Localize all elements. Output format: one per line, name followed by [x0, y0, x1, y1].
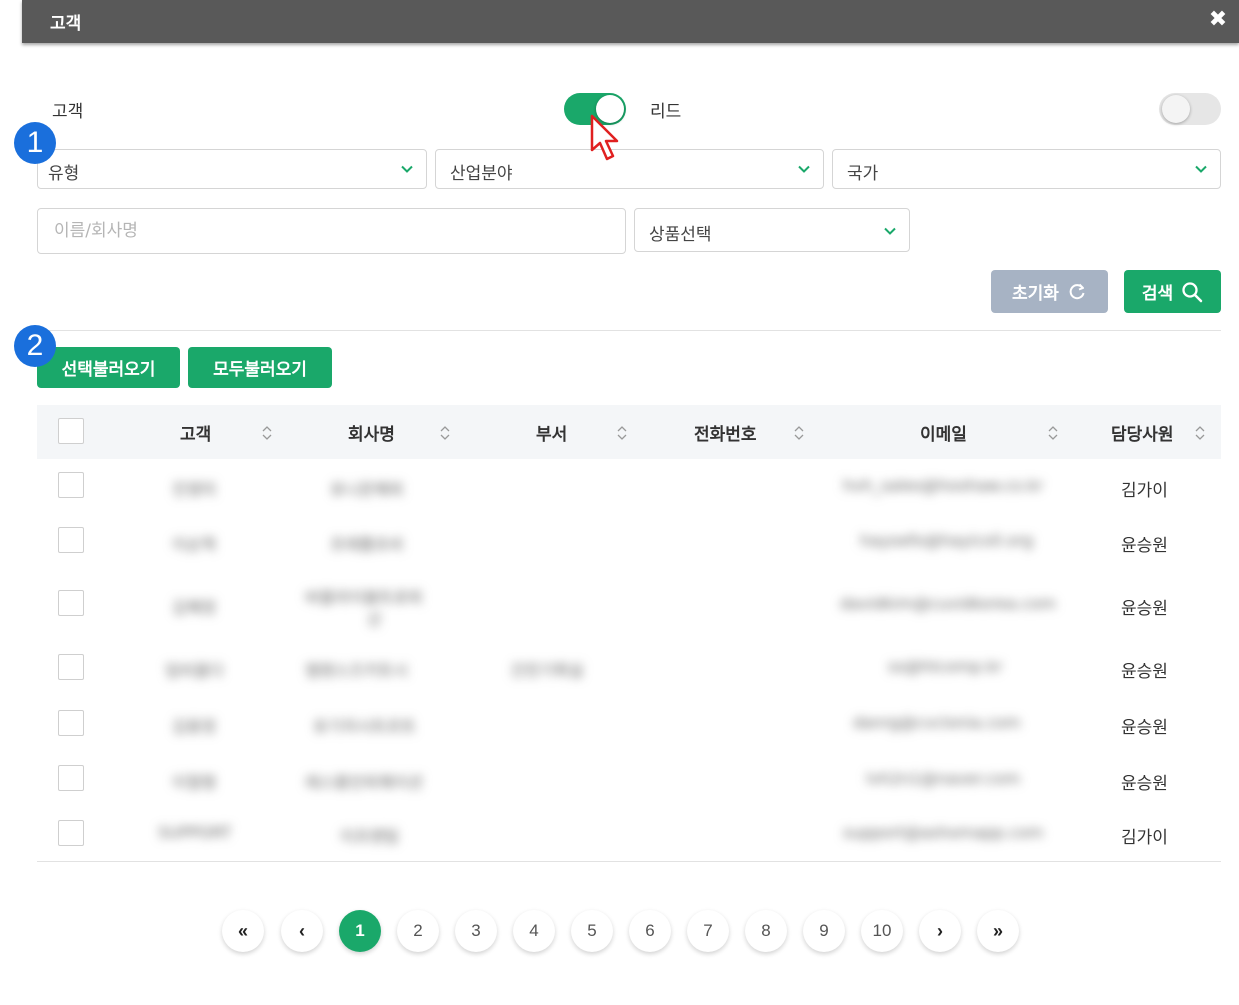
row-checkbox[interactable]	[58, 710, 84, 736]
page-button-3[interactable]: 3	[455, 910, 497, 952]
chevron-down-icon	[798, 165, 810, 173]
prev-page-button[interactable]: ‹	[281, 910, 323, 952]
chevron-down-icon	[1195, 165, 1207, 173]
cell-owner: 윤승원	[1121, 536, 1168, 556]
last-page-button[interactable]: »	[977, 910, 1019, 952]
page-button-7[interactable]: 7	[687, 910, 729, 952]
cell-company: 유니온해피	[330, 480, 404, 499]
cell-owner: 윤승원	[1121, 718, 1168, 738]
page-button-8[interactable]: 8	[745, 910, 787, 952]
page-button-1[interactable]: 1	[339, 910, 381, 952]
column-header-email[interactable]: 이메일	[920, 405, 967, 459]
column-header-owner[interactable]: 담당사원	[1111, 405, 1174, 459]
cell-company: 바를라이블트로피	[305, 588, 423, 607]
lead-toggle[interactable]	[1159, 93, 1221, 125]
page-button-6[interactable]: 6	[629, 910, 671, 952]
row-checkbox[interactable]	[58, 590, 84, 616]
cell-company: 레스황안피해이션	[305, 773, 423, 792]
sort-icon[interactable]	[1048, 425, 1058, 441]
reset-button[interactable]: 초기화	[991, 270, 1108, 313]
table-header: 고객 회사명 부서 전화번호 이메일 담당사원	[37, 405, 1221, 459]
load-selected-button[interactable]: 선택불러오기	[37, 347, 180, 388]
page-button-4[interactable]: 4	[513, 910, 555, 952]
chevron-down-icon	[884, 227, 896, 235]
cell-email: lvh2n1@naver.com	[866, 769, 1021, 788]
name-company-input[interactable]	[37, 208, 626, 254]
cursor-arrow-icon	[590, 114, 619, 161]
cell-owner: 김가이	[1121, 481, 1168, 501]
type-select[interactable]: 유형	[37, 149, 427, 189]
cell-customer: 김혜정	[172, 598, 217, 617]
cell-email: davidkim@cuvidkorea.com	[840, 594, 1056, 613]
page-button-2[interactable]: 2	[397, 910, 439, 952]
cell-email: ss@htcomp.kr	[888, 657, 1003, 676]
sort-icon[interactable]	[617, 425, 627, 441]
cell-owner: 윤승원	[1121, 662, 1168, 682]
cell-owner: 김가이	[1121, 828, 1168, 848]
cell-email: hvh_sales@hoohaw.co.kr	[843, 476, 1044, 495]
cell-company: 프레쁨초비	[330, 535, 404, 554]
cell-customer: 이순혁	[172, 535, 217, 554]
search-icon	[1182, 281, 1203, 302]
cell-company: 엠렌스즈키트시	[305, 661, 409, 680]
modal-titlebar: 고객 ✖	[22, 0, 1239, 43]
cell-company: 유기자시트르트	[313, 717, 417, 736]
section-divider	[37, 330, 1221, 331]
cell-customer: 임비올다	[165, 661, 224, 680]
sort-icon[interactable]	[794, 425, 804, 441]
chevron-down-icon	[401, 165, 413, 173]
sort-icon[interactable]	[262, 425, 272, 441]
industry-select[interactable]: 산업분야	[435, 149, 824, 189]
modal-title: 고객	[50, 14, 82, 34]
sort-icon[interactable]	[1195, 425, 1205, 441]
cell-email: hayoefo@hayicoll.org	[860, 531, 1034, 550]
cell-owner: 윤승원	[1121, 774, 1168, 794]
cell-customer: SUPPORT	[158, 823, 232, 842]
cell-email: danrg@cvclonia.com	[853, 713, 1021, 732]
page-button-10[interactable]: 10	[861, 910, 903, 952]
row-checkbox[interactable]	[58, 527, 84, 553]
row-checkbox[interactable]	[58, 765, 84, 791]
column-header-customer[interactable]: 고객	[180, 405, 211, 459]
cell-customer: 진영미	[172, 480, 217, 499]
customer-label: 고객	[52, 102, 84, 122]
cell-customer: 김용정	[172, 717, 217, 736]
column-header-phone[interactable]: 전화번호	[694, 405, 757, 459]
refresh-icon	[1069, 283, 1085, 299]
column-header-department[interactable]: 부서	[536, 405, 567, 459]
row-checkbox[interactable]	[58, 820, 84, 846]
country-select[interactable]: 국가	[832, 149, 1221, 189]
cell-department: 건전기획실	[510, 661, 584, 680]
sort-icon[interactable]	[440, 425, 450, 441]
first-page-button[interactable]: «	[222, 910, 264, 952]
search-button[interactable]: 검색	[1124, 270, 1221, 313]
lead-label: 리드	[650, 102, 682, 122]
next-page-button[interactable]: ›	[919, 910, 961, 952]
cell-email: support@ashomapp.com	[843, 823, 1044, 842]
select-all-checkbox[interactable]	[58, 418, 84, 444]
table-bottom-divider	[37, 861, 1221, 862]
cell-company: 이프랜텀	[340, 827, 399, 846]
load-all-button[interactable]: 모두불러오기	[188, 347, 332, 388]
column-header-company[interactable]: 회사명	[348, 405, 395, 459]
step-badge-2: 2	[14, 325, 56, 367]
page-button-5[interactable]: 5	[571, 910, 613, 952]
page-button-9[interactable]: 9	[803, 910, 845, 952]
step-badge-1: 1	[14, 122, 56, 164]
cell-customer: 이철형	[172, 773, 217, 792]
cell-company-wrap: 산	[367, 610, 382, 629]
cell-owner: 윤승원	[1121, 599, 1168, 619]
product-select[interactable]: 상품선택	[634, 208, 910, 252]
row-checkbox[interactable]	[58, 472, 84, 498]
row-checkbox[interactable]	[58, 654, 84, 680]
close-icon[interactable]: ✖	[1207, 7, 1229, 33]
